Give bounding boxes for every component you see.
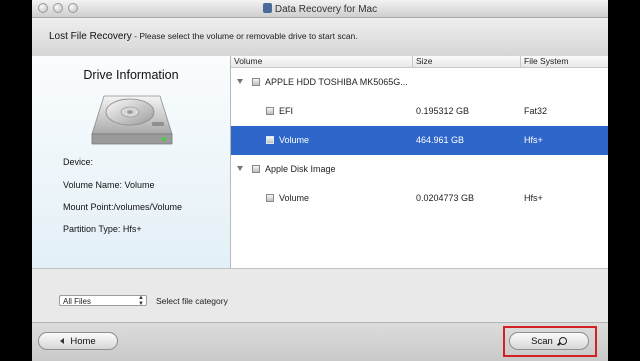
row-volume-name: EFI: [279, 106, 294, 116]
drive-info-panel: Drive Information Device: Volume Name: V…: [32, 56, 231, 268]
row-size: 0.195312 GB: [416, 106, 470, 116]
disk-icon: [252, 78, 260, 86]
table-header: Volume Size File System: [231, 56, 608, 68]
back-arrow-icon: [60, 338, 65, 344]
volume-name-label: Volume Name: Volume: [63, 180, 155, 190]
table-row-volume-selected[interactable]: Volume 464.961 GB Hfs+: [231, 126, 608, 155]
volume-icon: [266, 136, 274, 144]
table-row-disk[interactable]: APPLE HDD TOSHIBA MK5065G...: [231, 68, 608, 97]
device-label: Device:: [63, 157, 94, 167]
mount-point-label: Mount Point:/volumes/Volume: [63, 202, 183, 212]
hard-drive-icon: [91, 95, 173, 145]
file-category-label: Select file category: [156, 296, 228, 306]
row-volume-name: APPLE HDD TOSHIBA MK5065G...: [265, 77, 408, 87]
column-header-size[interactable]: Size: [412, 56, 433, 67]
row-file-system: Fat32: [524, 106, 548, 116]
home-button-label: Home: [70, 336, 96, 347]
title-bar: Data Recovery for Mac: [32, 0, 608, 18]
row-file-system: Hfs+: [524, 193, 543, 203]
partition-type-label: Partition Type: Hfs+: [63, 224, 142, 234]
row-volume-name: Apple Disk Image: [265, 164, 336, 174]
volume-icon: [266, 194, 274, 202]
window-title: Data Recovery for Mac: [274, 4, 378, 15]
volume-icon: [266, 107, 274, 115]
page-title-wrap: Lost File Recovery - Please select the v…: [49, 31, 358, 42]
page-header: Lost File Recovery - Please select the v…: [32, 18, 608, 57]
drive-info-title: Drive Information: [83, 68, 179, 82]
disclosure-triangle-icon[interactable]: [237, 166, 243, 171]
table-row-disk[interactable]: Apple Disk Image: [231, 155, 608, 184]
filter-bar: All Files ▲ ▼ Select file category: [32, 268, 608, 322]
disclosure-triangle-icon[interactable]: [237, 79, 243, 84]
table-row-volume[interactable]: Volume 0.0204773 GB Hfs+: [231, 184, 608, 213]
column-header-volume[interactable]: Volume: [231, 56, 262, 67]
file-category-select[interactable]: All Files ▲ ▼: [59, 295, 147, 307]
row-size: 0.0204773 GB: [416, 193, 475, 203]
app-window: Data Recovery for Mac Lost File Recovery…: [32, 0, 608, 361]
disk-icon: [252, 165, 260, 173]
page-title: Lost File Recovery: [49, 31, 132, 42]
table-row-volume[interactable]: EFI 0.195312 GB Fat32: [231, 97, 608, 126]
scan-button[interactable]: Scan: [509, 332, 589, 350]
window-title-wrap: Data Recovery for Mac: [32, 3, 608, 15]
row-volume-name: Volume: [279, 135, 310, 145]
home-button[interactable]: Home: [38, 332, 118, 350]
row-volume-name: Volume: [279, 193, 310, 203]
file-category-value: All Files: [63, 297, 92, 306]
volume-table: Volume Size File System APPLE HDD TOSHIB…: [231, 56, 608, 268]
page-subtitle: - Please select the volume or removable …: [131, 31, 358, 41]
bottom-toolbar: Home Scan: [32, 322, 608, 361]
row-size: 464.961 GB: [416, 135, 465, 145]
app-icon: [262, 3, 272, 13]
column-header-file-system[interactable]: File System: [520, 56, 568, 67]
select-arrows-icon: ▲ ▼: [138, 295, 144, 307]
scan-button-label: Scan: [531, 336, 553, 347]
row-file-system: Hfs+: [524, 135, 543, 145]
search-icon: [558, 337, 567, 345]
